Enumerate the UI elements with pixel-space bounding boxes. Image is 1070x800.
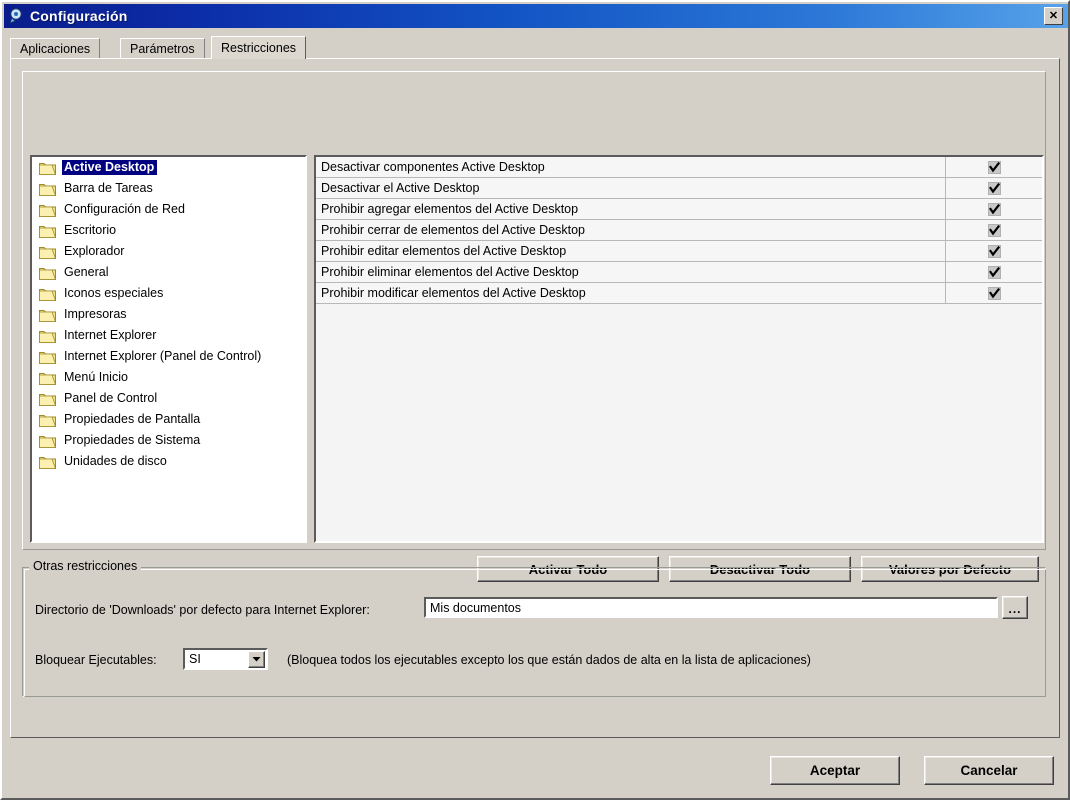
bloquear-ejecutables-label: Bloquear Ejecutables: [35,653,157,667]
folder-icon [39,371,57,385]
tree-item-label: Escritorio [64,223,117,238]
tab-parametros[interactable]: Parámetros [120,38,205,58]
tree-item-general[interactable]: General [32,262,305,283]
tree-item-explorador[interactable]: Explorador [32,241,305,262]
title-bar: Configuración ✕ [4,4,1068,28]
tab-aplicaciones[interactable]: Aplicaciones [10,38,101,58]
accept-button[interactable]: Aceptar [770,756,900,785]
cancel-button[interactable]: Cancelar [924,756,1054,785]
close-icon[interactable]: ✕ [1044,7,1063,25]
tree-item-configuracion-de-red[interactable]: Configuración de Red [32,199,305,220]
table-row[interactable]: Prohibir editar elementos del Active Des… [316,241,1042,262]
tree-item-iconos-especiales[interactable]: Iconos especiales [32,283,305,304]
category-tree[interactable]: Active Desktop Barra de Tareas Configura… [30,155,307,543]
tree-item-impresoras[interactable]: Impresoras [32,304,305,325]
tree-item-label: Propiedades de Sistema [64,433,201,448]
restriction-label: Desactivar el Active Desktop [316,178,946,198]
restriction-label: Prohibir editar elementos del Active Des… [316,241,946,261]
table-row[interactable]: Desactivar componentes Active Desktop [316,157,1042,178]
folder-icon [39,392,57,406]
window-title: Configuración [30,8,128,24]
tree-item-internet-explorer[interactable]: Internet Explorer [32,325,305,346]
checkbox-checked-icon[interactable] [987,286,1001,300]
folder-icon [39,203,57,217]
table-row[interactable]: Desactivar el Active Desktop [316,178,1042,199]
tree-item-label: General [64,265,109,280]
tree-item-label: Internet Explorer (Panel de Control) [64,349,262,364]
folder-icon [39,455,57,469]
table-row[interactable]: Prohibir agregar elementos del Active De… [316,199,1042,220]
restriction-checkbox-cell[interactable] [946,157,1042,177]
otras-restricciones-group [22,567,1046,697]
tree-item-panel-de-control[interactable]: Panel de Control [32,388,305,409]
folder-icon [39,413,57,427]
folder-icon [39,161,57,175]
restriction-label: Desactivar componentes Active Desktop [316,157,946,177]
tree-item-label: Internet Explorer [64,328,157,343]
tree-item-escritorio[interactable]: Escritorio [32,220,305,241]
restriction-label: Prohibir modificar elementos del Active … [316,283,946,303]
table-row[interactable]: Prohibir cerrar de elementos del Active … [316,220,1042,241]
app-gear-icon [8,7,26,25]
tree-item-label: Propiedades de Pantalla [64,412,201,427]
tree-item-label: Iconos especiales [64,286,164,301]
folder-icon [39,350,57,364]
restriction-label: Prohibir eliminar elementos del Active D… [316,262,946,282]
tree-item-propiedades-de-sistema[interactable]: Propiedades de Sistema [32,430,305,451]
tab-page-restricciones: Active Desktop Barra de Tareas Configura… [10,58,1060,738]
folder-icon [39,287,57,301]
tree-item-label: Impresoras [64,307,127,322]
table-row[interactable]: Prohibir eliminar elementos del Active D… [316,262,1042,283]
restriction-label: Prohibir cerrar de elementos del Active … [316,220,946,240]
tree-item-internet-explorer-panel-de-control[interactable]: Internet Explorer (Panel de Control) [32,346,305,367]
restriction-checkbox-cell[interactable] [946,241,1042,261]
folder-icon [39,245,57,259]
tree-item-unidades-de-disco[interactable]: Unidades de disco [32,451,305,472]
restriction-checkbox-cell[interactable] [946,199,1042,219]
tree-item-label: Unidades de disco [64,454,167,469]
table-row[interactable]: Prohibir modificar elementos del Active … [316,283,1042,304]
restriction-checkbox-cell[interactable] [946,178,1042,198]
folder-icon [39,224,57,238]
group-inner-border [24,569,1046,697]
otras-restricciones-title: Otras restricciones [29,559,142,573]
tree-item-menu-inicio[interactable]: Menú Inicio [32,367,305,388]
checkbox-checked-icon[interactable] [987,244,1001,258]
restriction-checkbox-cell[interactable] [946,283,1042,303]
chevron-down-icon[interactable] [248,650,265,668]
restriction-checkbox-cell[interactable] [946,220,1042,240]
download-dir-input[interactable]: Mis documentos [424,597,998,618]
browse-button[interactable]: ... [1002,596,1028,619]
tree-item-active-desktop[interactable]: Active Desktop [32,157,305,178]
checkbox-checked-icon[interactable] [987,223,1001,237]
restriction-label: Prohibir agregar elementos del Active De… [316,199,946,219]
restrictions-list[interactable]: Desactivar componentes Active Desktop De… [314,155,1044,543]
checkbox-checked-icon[interactable] [987,265,1001,279]
configuration-dialog: Configuración ✕ Aplicaciones Parámetros … [0,0,1070,800]
folder-icon [39,182,57,196]
tree-item-label: Barra de Tareas [64,181,153,196]
tree-item-label: Active Desktop [62,160,158,175]
download-dir-label: Directorio de 'Downloads' por defecto pa… [35,603,370,617]
tab-restricciones[interactable]: Restricciones [211,36,307,59]
tree-item-label: Configuración de Red [64,202,185,217]
checkbox-checked-icon[interactable] [987,181,1001,195]
bloquear-ejecutables-hint: (Bloquea todos los ejecutables excepto l… [287,653,811,667]
tree-item-label: Panel de Control [64,391,158,406]
folder-icon [39,308,57,322]
checkbox-checked-icon[interactable] [987,160,1001,174]
bloquear-ejecutables-value: SI [189,652,201,666]
tree-item-barra-de-tareas[interactable]: Barra de Tareas [32,178,305,199]
tab-strip: Aplicaciones Parámetros Restricciones [10,36,1060,59]
tree-item-propiedades-de-pantalla[interactable]: Propiedades de Pantalla [32,409,305,430]
bloquear-ejecutables-select[interactable]: SI [183,648,268,670]
checkbox-checked-icon[interactable] [987,202,1001,216]
folder-icon [39,329,57,343]
tree-item-label: Explorador [64,244,125,259]
tree-item-label: Menú Inicio [64,370,128,385]
restriction-checkbox-cell[interactable] [946,262,1042,282]
folder-icon [39,266,57,280]
folder-icon [39,434,57,448]
